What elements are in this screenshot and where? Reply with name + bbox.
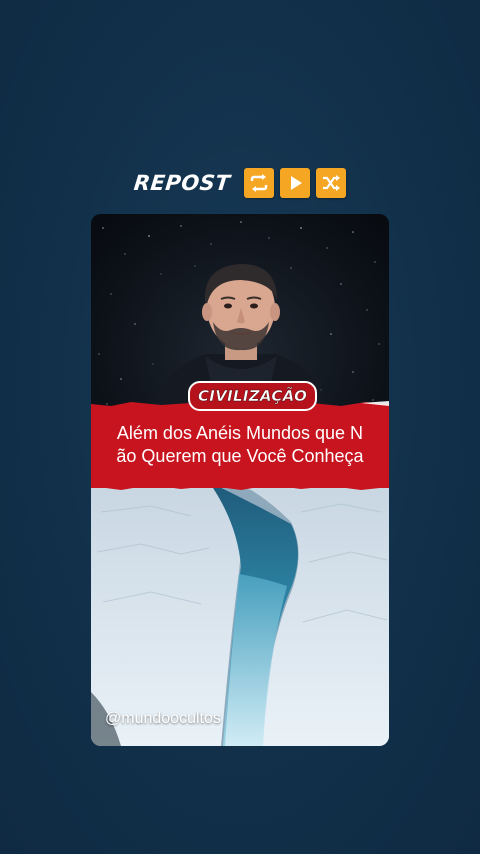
channel-handle[interactable]: @mundoocultos [105, 710, 221, 728]
category-label: CIVILIZAÇÃO [198, 387, 308, 405]
glacier-scene [91, 482, 389, 746]
shuffle-icon[interactable] [316, 168, 347, 198]
play-icon[interactable] [280, 168, 311, 198]
page: REPOST CIVILIZAÇÃO Além dos Anéis Mundos… [0, 0, 480, 854]
repost-label: REPOST [132, 171, 232, 195]
video-title: Além dos Anéis Mundos que N ão Querem qu… [116, 423, 364, 466]
title-banner: Além dos Anéis Mundos que N ão Querem qu… [91, 401, 389, 490]
banner-bottom-edge [91, 482, 389, 490]
video-card[interactable]: CIVILIZAÇÃO Além dos Anéis Mundos que N … [91, 214, 389, 746]
glacier-illustration [91, 482, 389, 746]
repost-arrows-icon[interactable] [244, 168, 275, 198]
repost-header: REPOST [0, 166, 480, 200]
category-badge: CIVILIZAÇÃO [188, 381, 318, 411]
